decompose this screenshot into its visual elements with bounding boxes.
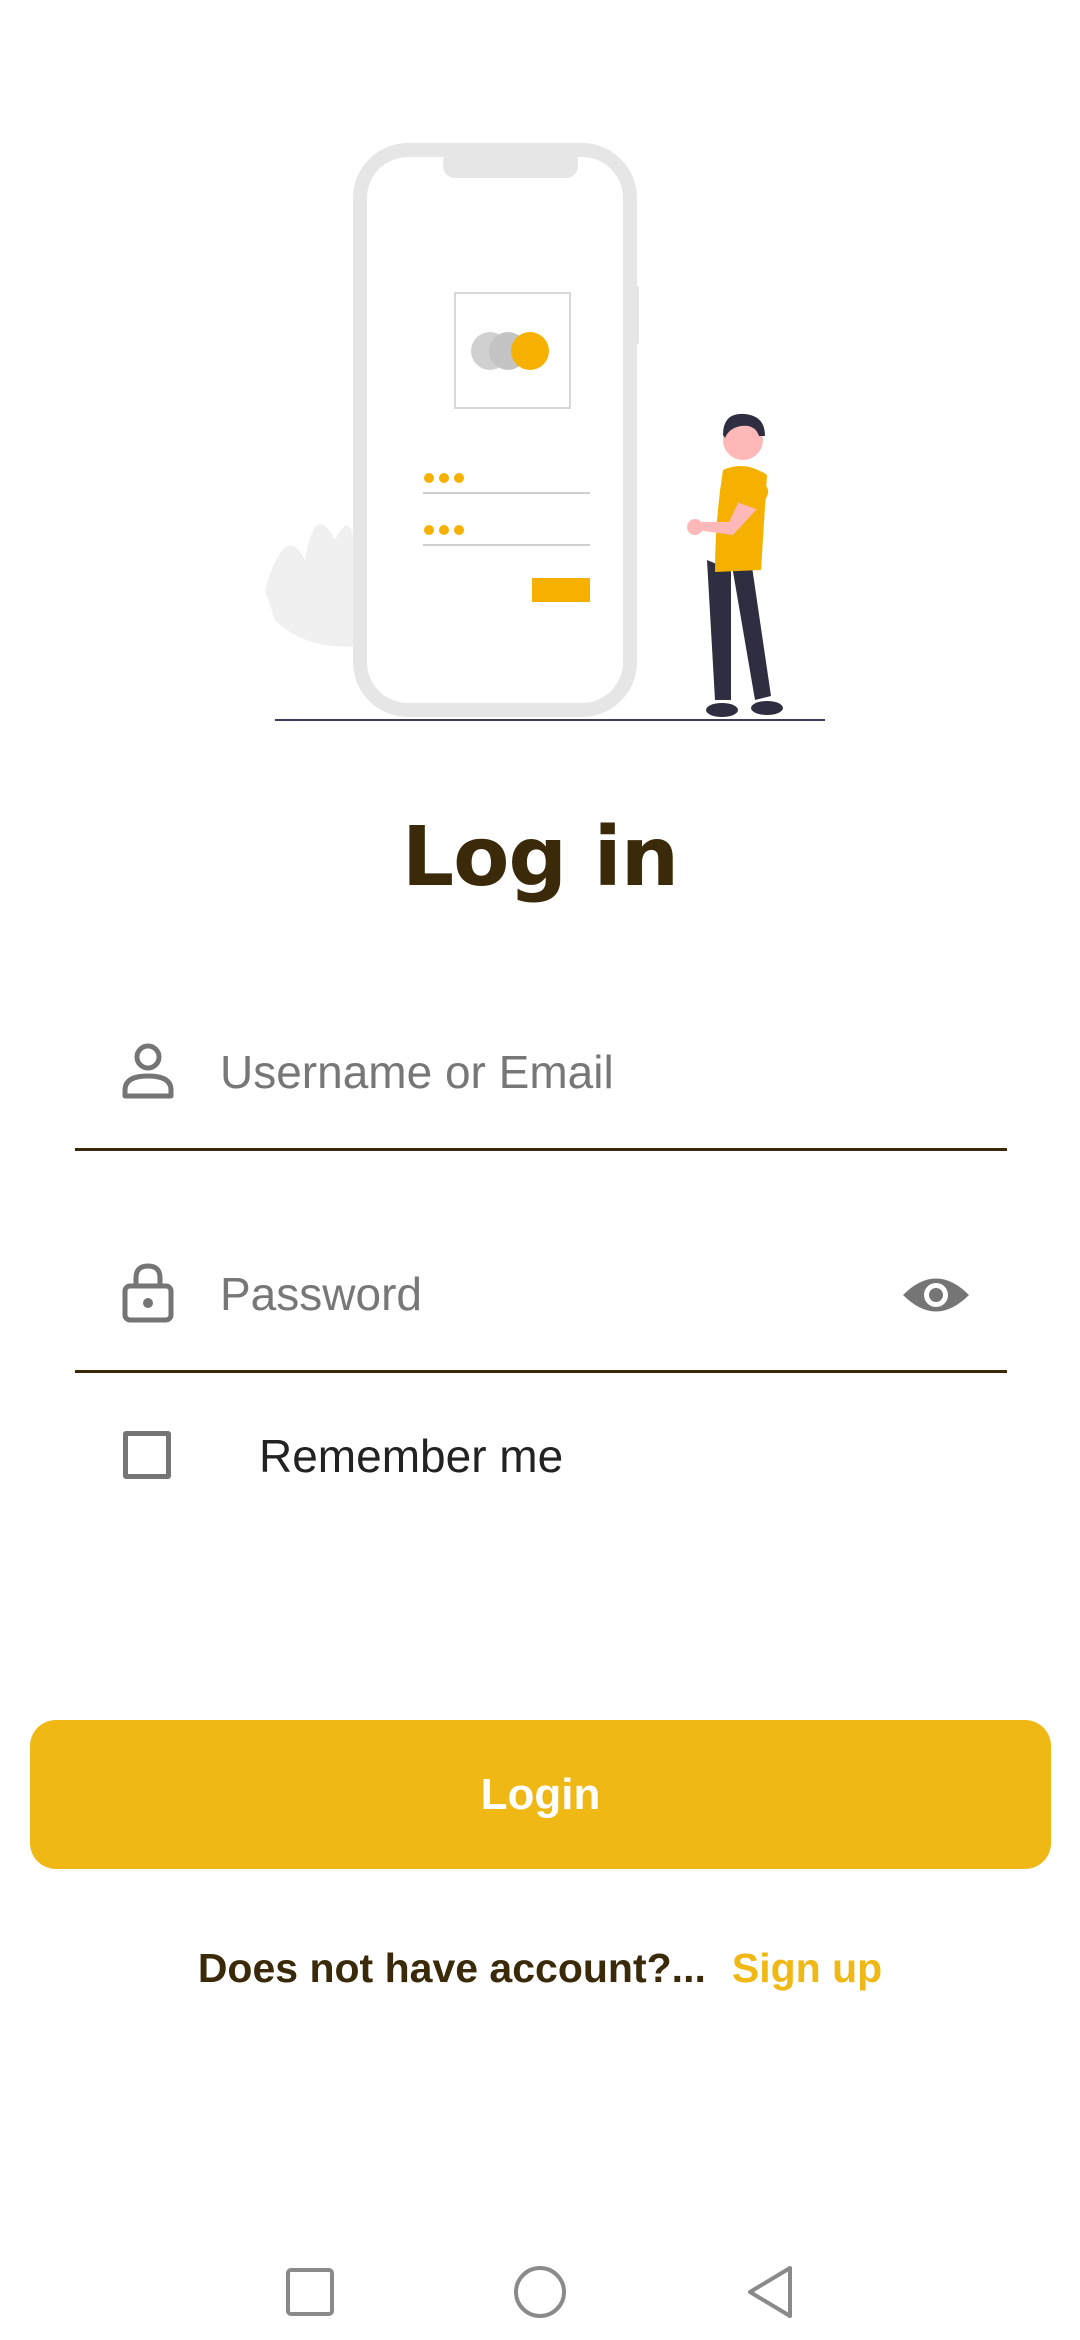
signup-prompt: Does not have account?... (197, 1945, 706, 1991)
back-icon[interactable] (740, 2262, 800, 2322)
eye-icon[interactable] (901, 1270, 971, 1320)
signup-link[interactable]: Sign up (732, 1945, 882, 1991)
page-title: Log in (401, 810, 679, 905)
login-illustration (265, 143, 825, 721)
remember-me-label: Remember me (259, 1430, 564, 1482)
person-illustration (687, 413, 783, 717)
username-field (75, 998, 1007, 1151)
remember-me-checkbox[interactable] (123, 1431, 171, 1479)
lock-icon (122, 1263, 174, 1323)
login-screen: Log in Remember me Login Does not have a… (0, 0, 1080, 2340)
remember-me-row: Remember me (120, 1425, 820, 1491)
password-field (75, 1220, 1007, 1373)
recent-apps-icon[interactable] (280, 2262, 340, 2322)
signup-row: Does not have account?... Sign up (0, 1945, 1080, 1992)
username-input[interactable] (220, 1036, 940, 1108)
password-input[interactable] (220, 1258, 940, 1330)
phone-illustration (353, 143, 637, 717)
person-icon (122, 1043, 174, 1099)
system-navbar (0, 2240, 1080, 2340)
login-button[interactable]: Login (30, 1720, 1051, 1869)
home-icon[interactable] (510, 2262, 570, 2322)
